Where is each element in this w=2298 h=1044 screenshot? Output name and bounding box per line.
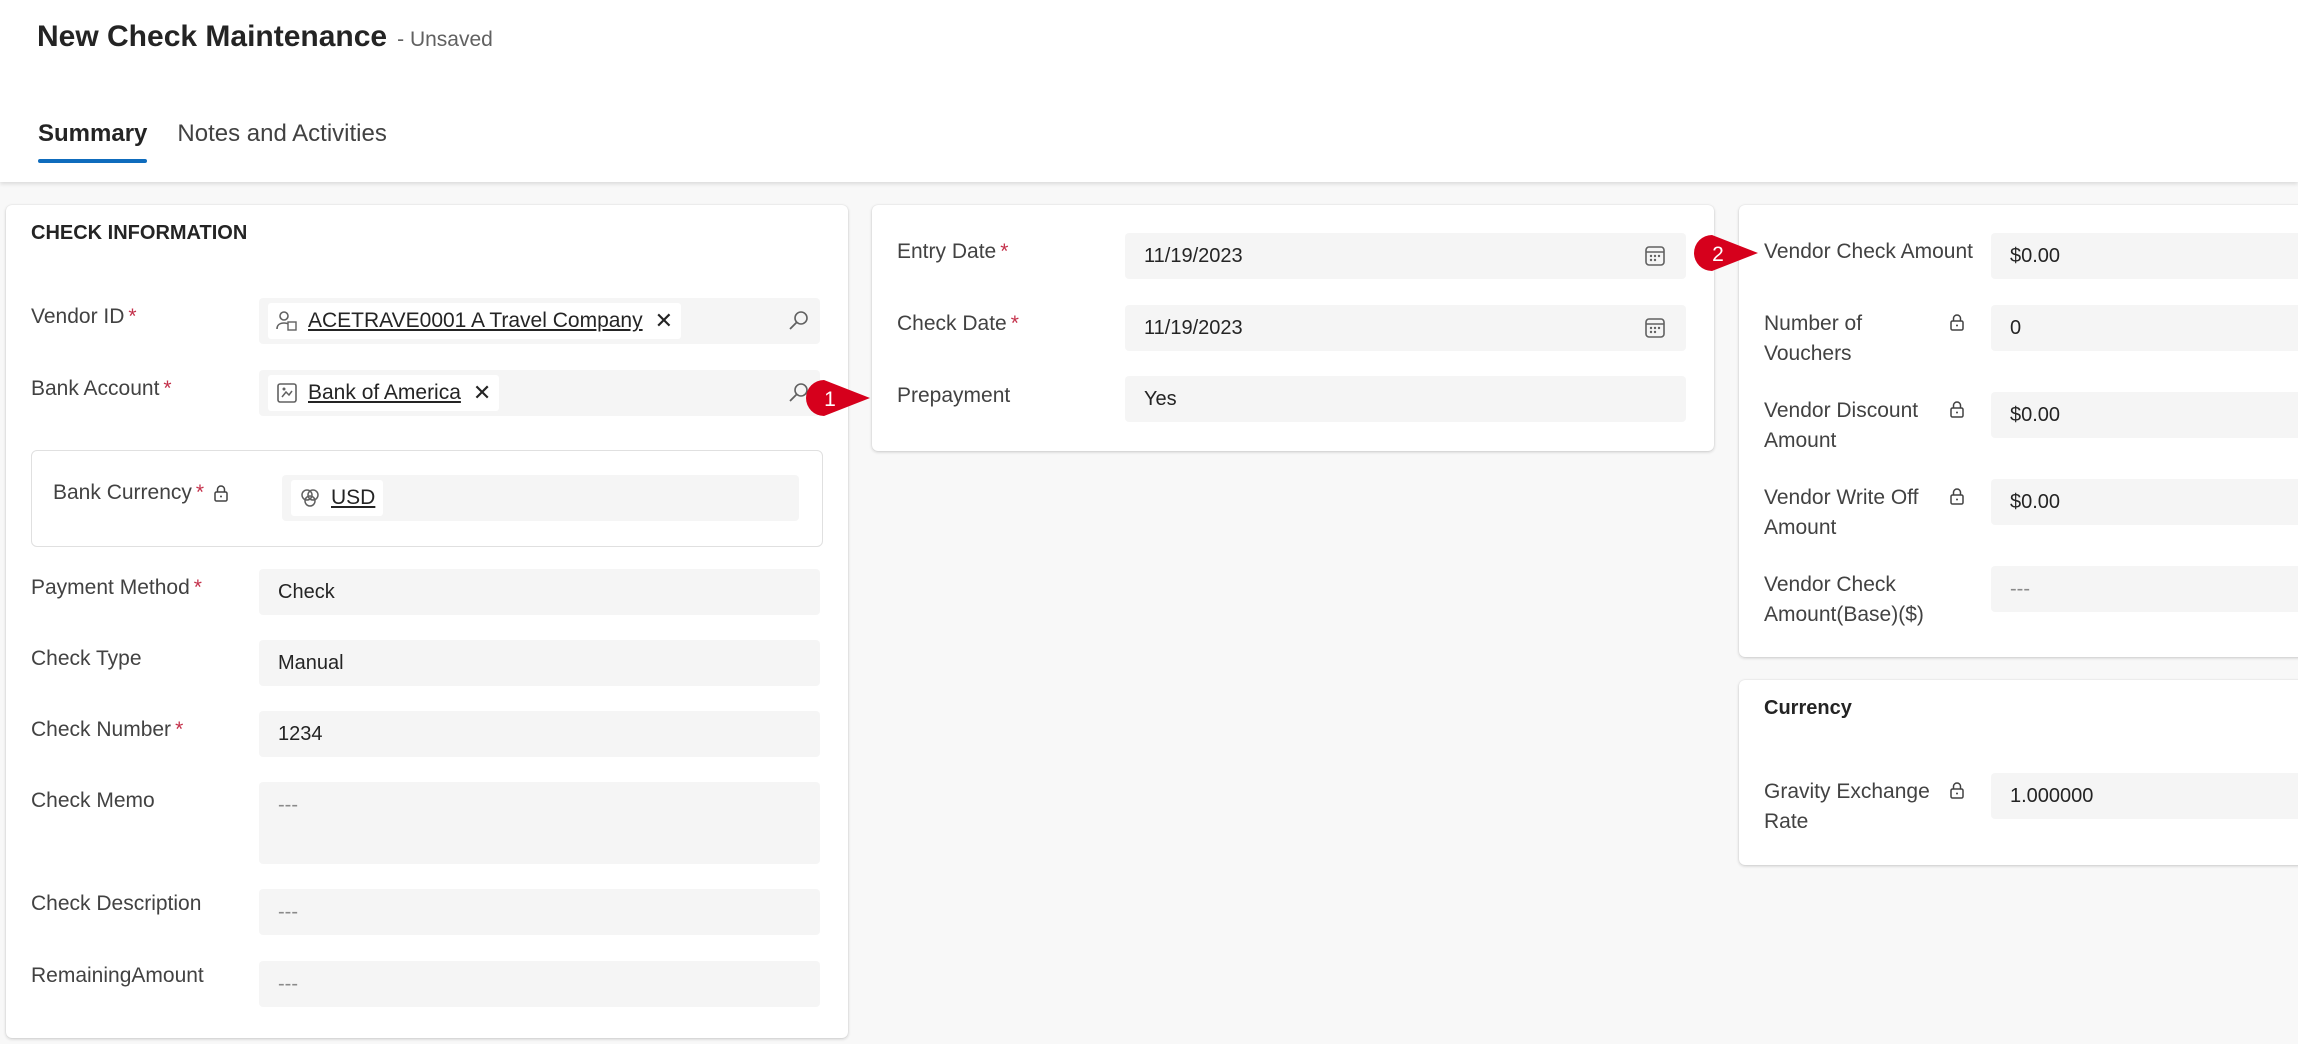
bank-currency-field: USD bbox=[282, 475, 799, 521]
tab-summary[interactable]: Summary bbox=[38, 120, 148, 163]
remove-vendor-icon[interactable]: ✕ bbox=[655, 308, 673, 334]
bank-account-label: Bank Account * bbox=[31, 377, 172, 400]
vendor-check-amount-base-value: --- bbox=[2010, 577, 2030, 600]
vendor-id-lookup[interactable]: ACETRAVE0001 A Travel Company ✕ bbox=[259, 298, 820, 344]
check-number-label: Check Number * bbox=[31, 718, 184, 741]
vendor-check-amount-base-field: --- bbox=[1991, 566, 2298, 612]
lock-icon bbox=[1949, 487, 1965, 510]
check-date-label: Check Date * bbox=[897, 312, 1019, 335]
entry-date-label: Entry Date * bbox=[897, 240, 1009, 263]
number-of-vouchers-field: 0 bbox=[1991, 305, 2298, 351]
bank-icon bbox=[276, 382, 298, 404]
bank-currency-label: Bank Currency * bbox=[53, 481, 205, 504]
prepayment-label: Prepayment bbox=[897, 384, 1011, 407]
vendor-write-off-amount-label: Vendor Write Off Amount bbox=[1764, 486, 1919, 539]
vendor-discount-amount-value: $0.00 bbox=[2010, 403, 2061, 426]
number-of-vouchers-label: Number of Vouchers bbox=[1764, 312, 1863, 365]
vendor-check-amount-field[interactable]: $0.00 bbox=[1991, 233, 2298, 279]
check-date-value: 11/19/2023 bbox=[1144, 316, 1243, 339]
section-title-currency: Currency bbox=[1764, 697, 1852, 719]
vendor-write-off-amount-value: $0.00 bbox=[2010, 490, 2061, 513]
check-type-field[interactable]: Manual bbox=[259, 640, 820, 686]
vendor-discount-amount-field: $0.00 bbox=[1991, 392, 2298, 438]
amounts-card: Vendor Check Amount $0.00 Number of Vouch… bbox=[1739, 205, 2298, 657]
title-row: New Check Maintenance - Unsaved bbox=[37, 20, 493, 54]
check-memo-value: --- bbox=[278, 794, 298, 816]
section-title-check-information: CHECK INFORMATION bbox=[31, 222, 248, 244]
lock-icon bbox=[1949, 313, 1965, 336]
page-header: New Check Maintenance - Unsaved Summary … bbox=[0, 0, 2298, 182]
remaining-amount-field[interactable]: --- bbox=[259, 961, 820, 1007]
dates-card: Entry Date * 11/19/2023 Check Date * 11/19… bbox=[872, 205, 1714, 451]
check-memo-field[interactable]: --- bbox=[259, 782, 820, 864]
check-type-value: Manual bbox=[278, 651, 344, 674]
vendor-discount-amount-label: Vendor Discount Amount bbox=[1764, 399, 1919, 452]
check-description-label: Check Description bbox=[31, 892, 202, 915]
vendor-check-amount-value: $0.00 bbox=[2010, 244, 2061, 267]
vendor-id-label: Vendor ID * bbox=[31, 305, 137, 328]
bank-currency-value[interactable]: USD bbox=[331, 486, 375, 510]
tab-bar: Summary Notes and Activities bbox=[38, 120, 417, 163]
currency-card: Currency Gravity Exchange Rate 1.000000 bbox=[1739, 680, 2298, 865]
check-information-card: CHECK INFORMATION Vendor ID * ACETRAVE000… bbox=[6, 205, 848, 1038]
check-description-value: --- bbox=[278, 900, 298, 923]
payment-method-field[interactable]: Check bbox=[259, 569, 820, 615]
check-description-field[interactable]: --- bbox=[259, 889, 820, 935]
page-title: New Check Maintenance bbox=[37, 20, 388, 53]
tab-notes-and-activities[interactable]: Notes and Activities bbox=[177, 120, 386, 162]
lock-icon bbox=[1949, 781, 1965, 804]
prepayment-value: Yes bbox=[1144, 387, 1177, 410]
marker-number-1: 1 bbox=[824, 388, 836, 411]
vendor-search-icon[interactable] bbox=[788, 310, 810, 332]
check-memo-label: Check Memo bbox=[31, 789, 155, 812]
remove-bank-account-icon[interactable]: ✕ bbox=[473, 380, 491, 406]
vendor-icon bbox=[276, 310, 298, 332]
check-number-field[interactable]: 1234 bbox=[259, 711, 820, 757]
bank-currency-group: Bank Currency * USD bbox=[31, 450, 823, 547]
bank-account-lookup[interactable]: Bank of America ✕ bbox=[259, 370, 820, 416]
entry-date-value: 11/19/2023 bbox=[1144, 244, 1243, 267]
gravity-exchange-rate-value: 1.000000 bbox=[2010, 784, 2094, 807]
bank-account-chip[interactable]: Bank of America ✕ bbox=[268, 375, 500, 411]
remaining-amount-value: --- bbox=[278, 972, 298, 995]
gravity-exchange-rate-field: 1.000000 bbox=[1991, 773, 2298, 819]
bank-currency-chip[interactable]: USD bbox=[291, 480, 384, 516]
check-type-label: Check Type bbox=[31, 647, 142, 670]
annotation-marker-2: 2 bbox=[1692, 233, 1760, 278]
entry-date-field[interactable]: 11/19/2023 bbox=[1125, 233, 1686, 279]
check-number-value: 1234 bbox=[278, 722, 323, 745]
lock-icon bbox=[1949, 400, 1965, 423]
calendar-icon[interactable] bbox=[1644, 245, 1666, 267]
currency-icon bbox=[299, 487, 321, 509]
vendor-write-off-amount-field: $0.00 bbox=[1991, 479, 2298, 525]
lock-icon bbox=[213, 484, 229, 507]
vendor-check-amount-base-label: Vendor Check Amount(Base)($) bbox=[1764, 573, 1924, 626]
remaining-amount-label: RemainingAmount bbox=[31, 964, 204, 987]
vendor-id-value[interactable]: ACETRAVE0001 A Travel Company bbox=[308, 309, 643, 333]
payment-method-label: Payment Method * bbox=[31, 576, 202, 599]
annotation-marker-1: 1 bbox=[804, 378, 872, 423]
prepayment-field[interactable]: Yes bbox=[1125, 376, 1686, 422]
calendar-icon[interactable] bbox=[1644, 317, 1666, 339]
check-date-field[interactable]: 11/19/2023 bbox=[1125, 305, 1686, 351]
vendor-check-amount-label: Vendor Check Amount bbox=[1764, 240, 1973, 263]
payment-method-value: Check bbox=[278, 580, 335, 603]
gravity-exchange-rate-label: Gravity Exchange Rate bbox=[1764, 780, 1930, 833]
number-of-vouchers-value: 0 bbox=[2010, 316, 2022, 339]
bank-account-value[interactable]: Bank of America bbox=[308, 381, 461, 405]
marker-number-2: 2 bbox=[1712, 243, 1724, 266]
save-status: - Unsaved bbox=[397, 28, 493, 51]
vendor-id-chip[interactable]: ACETRAVE0001 A Travel Company ✕ bbox=[268, 303, 682, 339]
